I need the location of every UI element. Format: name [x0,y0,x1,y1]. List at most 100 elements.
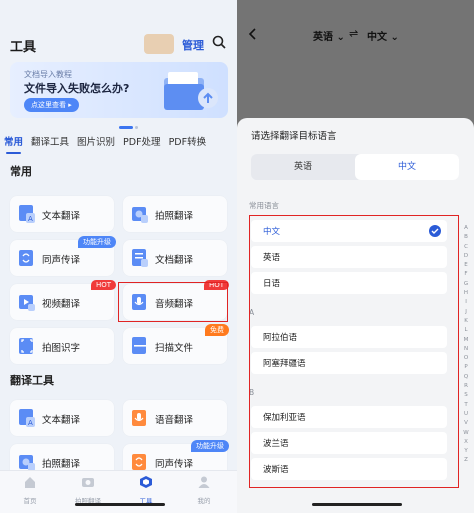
alphabet-letter[interactable]: N [461,345,471,354]
alphabet-letter[interactable]: P [461,363,471,372]
tools-icon [140,476,152,488]
alphabet-index[interactable]: ABCDEFGHIJKLMNOPQRSTUVWXYZ [461,224,471,466]
banner-title: 文件导入失败怎么办? [24,82,130,95]
banner-subtitle: 文档导入教程 [24,70,72,79]
alphabet-letter[interactable]: Z [461,456,471,465]
simultaneous-interpret-icon [132,454,146,470]
tool-card-label: 文本翻译 [42,211,81,222]
simultaneous-interpret-icon [19,250,33,266]
tab-image-recognition[interactable]: 图片识别 [73,134,119,152]
segment-source[interactable]: 英语 [251,154,355,180]
tool-card-label: 视频翻译 [42,299,81,310]
tool-card-label: 扫描文件 [155,343,194,354]
tool-card-ocr[interactable]: 拍图识字 [10,328,114,364]
tab-translate-tools[interactable]: 翻译工具 [27,134,73,152]
photo-translate-icon [19,455,35,471]
tool-card-label: 拍照翻译 [155,211,194,222]
alphabet-letter[interactable]: Y [461,447,471,456]
tool-card-label: 语音翻译 [155,415,194,426]
swap-language-icon[interactable]: ⇌ [349,27,358,40]
target-language-select[interactable]: 中文 ⌄ [367,28,399,43]
nav-home[interactable]: 首页 [10,475,50,505]
alphabet-letter[interactable]: L [461,326,471,335]
import-tutorial-banner[interactable]: 文档导入教程 文件导入失败怎么办? 点这里查看 ▸ [10,62,228,118]
alphabet-letter[interactable]: D [461,252,471,261]
alphabet-letter[interactable]: T [461,401,471,410]
text-translate-icon: A [19,409,35,427]
search-icon[interactable] [212,35,226,49]
nav-photo-translate[interactable]: 拍照翻译 [68,475,108,505]
nav-label: 首页 [23,497,37,505]
alphabet-letter[interactable]: I [461,298,471,307]
camera-icon [82,478,94,487]
alphabet-letter[interactable]: V [461,419,471,428]
nav-profile[interactable]: 我的 [184,475,224,505]
tool-card-label: 文档翻译 [155,255,194,266]
tools-header: 工具 管理 [0,30,237,62]
source-language-select[interactable]: 英语 ⌄ [313,28,345,43]
voice-translate-icon [132,410,146,426]
language-segment: 英语 中文 [251,154,459,180]
hot-badge: HOT [90,280,116,290]
text-translate-icon: A [19,205,35,223]
section-title-translate-tools: 翻译工具 [10,374,54,387]
highlight-box [249,215,459,488]
tool-card-label: 同声传译 [42,255,81,266]
carousel-dot [135,126,138,129]
highlight-box [118,282,228,322]
alphabet-letter[interactable]: Q [461,373,471,382]
alphabet-letter[interactable]: U [461,410,471,419]
segment-target[interactable]: 中文 [355,154,459,180]
alphabet-letter[interactable]: H [461,289,471,298]
tool-card-simultaneous[interactable]: 同声传译 功能升级 [10,236,116,276]
avatar[interactable] [144,34,174,54]
alphabet-letter[interactable]: K [461,317,471,326]
back-arrow-icon[interactable] [247,28,259,40]
tool-card-label: 拍图识字 [42,343,81,354]
tool-card-text-translate-2[interactable]: A 文本翻译 [10,400,114,436]
alphabet-letter[interactable]: X [461,438,471,447]
folder-illustration-icon [164,72,218,110]
home-icon [25,477,35,488]
alphabet-letter[interactable]: O [461,354,471,363]
alphabet-letter[interactable]: B [461,233,471,242]
profile-icon [198,476,210,488]
upgrade-badge: 功能升级 [78,236,116,248]
alphabet-letter[interactable]: J [461,308,471,317]
language-select-screen: 英语 ⌄ ⇌ 中文 ⌄ 请选择翻译目标语言 英语 中文 常用语言 中文 英语 日… [237,0,474,513]
tab-pdf-convert[interactable]: PDF转换 [165,134,211,152]
alphabet-letter[interactable]: R [461,382,471,391]
page-title: 工具 [10,40,37,55]
alphabet-letter[interactable]: C [461,243,471,252]
banner-view-button[interactable]: 点这里查看 ▸ [24,98,79,112]
tool-card-label: 同声传译 [155,459,194,470]
translate-header: 英语 ⌄ ⇌ 中文 ⌄ [237,24,474,46]
tool-card-voice-translate[interactable]: 语音翻译 [123,400,227,436]
svg-text:A: A [28,419,33,427]
alphabet-letter[interactable]: S [461,391,471,400]
home-indicator [312,503,402,506]
tab-common[interactable]: 常用 [0,134,27,154]
nav-tools[interactable]: 工具 [126,475,166,505]
alphabet-letter[interactable]: M [461,336,471,345]
tool-card-video-translate[interactable]: 视频翻译 HOT [10,280,116,320]
alphabet-letter[interactable]: E [461,261,471,270]
tool-card-label: 文本翻译 [42,415,81,426]
video-translate-icon [19,295,35,311]
tool-card-scan-file[interactable]: 扫描文件 免费 [123,324,229,364]
ocr-icon [19,338,33,354]
tool-card-text-translate[interactable]: A 文本翻译 [10,196,114,232]
alphabet-letter[interactable]: G [461,280,471,289]
tool-card-photo-translate[interactable]: 拍照翻译 [123,196,227,232]
manage-button[interactable]: 管理 [182,37,204,53]
alphabet-letter[interactable]: F [461,270,471,279]
svg-text:A: A [28,215,33,223]
tab-pdf-process[interactable]: PDF处理 [119,134,165,152]
alphabet-letter[interactable]: A [461,224,471,233]
upgrade-badge: 功能升级 [191,440,229,452]
tool-card-doc-translate[interactable]: 文档翻译 [123,240,227,276]
alphabet-letter[interactable]: W [461,429,471,438]
free-badge: 免费 [205,324,229,336]
photo-translate-icon [132,207,148,223]
doc-translate-icon [132,249,148,267]
